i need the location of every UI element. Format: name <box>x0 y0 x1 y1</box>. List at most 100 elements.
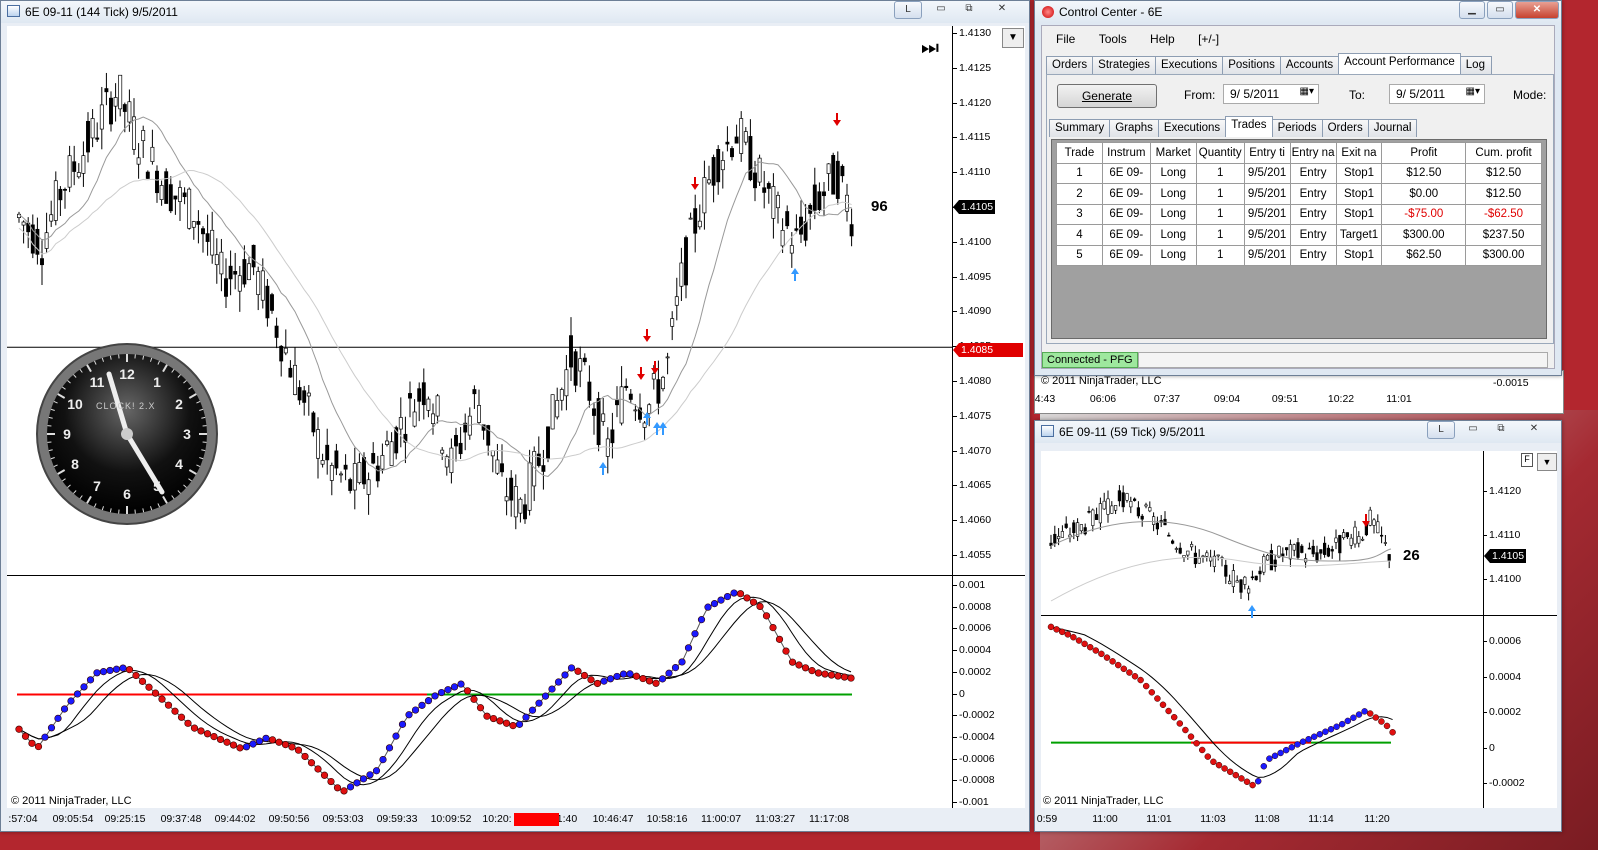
restore-button[interactable]: ⧉ <box>959 1 979 19</box>
tab-executions[interactable]: Executions <box>1154 56 1224 74</box>
menu-help[interactable]: Help <box>1150 32 1175 46</box>
subtab-orders[interactable]: Orders <box>1321 119 1369 137</box>
candle-body <box>99 104 104 130</box>
candle-body <box>118 74 123 110</box>
indicator-dot-up <box>359 775 368 783</box>
tab-account-performance[interactable]: Account Performance <box>1338 53 1461 74</box>
candle-body <box>794 228 799 231</box>
tab-log[interactable]: Log <box>1459 56 1492 74</box>
calendar-icon[interactable]: ▦▾ <box>1300 86 1314 97</box>
column-header[interactable]: Trade <box>1056 142 1103 164</box>
column-header[interactable]: Market <box>1149 142 1197 164</box>
from-date-picker[interactable]: 9/ 5/2011 ▦▾ <box>1223 84 1319 104</box>
menu-expand[interactable]: [+/-] <box>1198 32 1219 46</box>
tab-positions[interactable]: Positions <box>1222 56 1281 74</box>
link-button[interactable]: L <box>894 1 922 19</box>
small-chart-titlebar[interactable]: 6E 09-11 (59 Tick) 9/5/2011 L ▭ ⧉ ✕ <box>1035 421 1561 443</box>
trade-row[interactable]: 4 6E 09- Long 1 9/5/201 Entry Target1 $300.00 $2… <box>1056 224 1542 246</box>
menu-file[interactable]: File <box>1056 32 1075 46</box>
clock-number: 1 <box>153 374 161 390</box>
small-f-button[interactable]: F <box>1521 453 1533 467</box>
indicator-dot-up <box>379 756 387 764</box>
indicator-dot-down <box>1126 669 1133 676</box>
cc-restore-button[interactable]: ▭ <box>1487 1 1513 19</box>
candle-body <box>155 170 159 194</box>
candle-body <box>1125 493 1129 501</box>
column-header[interactable]: Exit na <box>1335 142 1383 164</box>
cc-minimize-button[interactable]: ▁ <box>1459 1 1485 19</box>
candle-body <box>1171 540 1175 544</box>
column-header[interactable]: Cum. profit <box>1465 142 1542 164</box>
indicator-dot-up <box>1277 749 1284 757</box>
candle-body <box>224 278 228 297</box>
indicator-dot-down <box>834 672 842 680</box>
trade-row[interactable]: 5 6E 09- Long 1 9/5/201 Entry Stop1 $62.50 $300.… <box>1056 244 1542 266</box>
candle-body <box>251 244 256 268</box>
candle-body <box>1053 533 1057 544</box>
small-close-button[interactable]: ✕ <box>1523 421 1545 439</box>
trade-row[interactable]: 1 6E 09- Long 1 9/5/201 Entry Stop1 $12.50 $12.5… <box>1056 162 1542 184</box>
tab-orders[interactable]: Orders <box>1046 56 1094 74</box>
candle-body <box>1190 544 1194 548</box>
axis-tick-label: -0.001 <box>953 796 989 808</box>
indicator-dot-up <box>372 767 381 775</box>
candle-body <box>743 131 748 143</box>
subtab-graphs[interactable]: Graphs <box>1109 119 1159 137</box>
chart-menu-dropdown-icon[interactable]: ▼ <box>1002 28 1024 48</box>
trade-row[interactable]: 3 6E 09- Long 1 9/5/201 Entry Stop1 -$75.00 -$62… <box>1056 203 1542 225</box>
clock-number: 8 <box>71 456 79 472</box>
small-restore-button[interactable]: ⧉ <box>1491 421 1511 439</box>
small-last-price-marker: 1.4105 <box>1484 549 1526 563</box>
indicator-dot-up <box>1305 735 1312 743</box>
control-center-body: File Tools Help [+/-] Orders Strategies … <box>1041 25 1555 369</box>
subtab-periods[interactable]: Periods <box>1271 119 1323 137</box>
candle-body <box>711 157 716 186</box>
generate-button[interactable]: Generate <box>1057 84 1157 108</box>
indicator-dot-up <box>561 671 569 679</box>
small-link-button[interactable]: L <box>1427 421 1455 439</box>
background-copyright: © 2011 NinjaTrader, LLC <box>1041 375 1162 387</box>
time-tick-label: 11:00 <box>1092 813 1118 825</box>
trade-cell-qty: 1 <box>1195 244 1245 266</box>
candle-body <box>339 473 343 476</box>
indicator-dot-down <box>1148 689 1156 696</box>
clock-face: 121234567891011 <box>36 343 218 525</box>
small-chart-menu-icon[interactable]: ▼ <box>1537 453 1557 471</box>
menu-tools[interactable]: Tools <box>1099 32 1127 46</box>
subtab-trades[interactable]: Trades <box>1225 116 1273 137</box>
tab-strategies[interactable]: Strategies <box>1092 56 1156 74</box>
column-header[interactable]: Instrum <box>1101 142 1151 164</box>
subtab-journal[interactable]: Journal <box>1367 119 1418 137</box>
subtab-summary[interactable]: Summary <box>1049 119 1111 137</box>
indicator-dot-up <box>398 720 407 728</box>
trade-row[interactable]: 2 6E 09- Long 1 9/5/201 Entry Stop1 $0.00 $12.50 <box>1056 183 1542 205</box>
to-date-picker[interactable]: 9/ 5/2011 ▦▾ <box>1389 84 1485 104</box>
cc-close-button[interactable]: ✕ <box>1515 1 1559 19</box>
column-header[interactable]: Entry na <box>1289 142 1337 164</box>
column-header[interactable]: Quantity <box>1195 142 1245 164</box>
main-chart-title: 6E 09-11 (144 Tick) 9/5/2011 <box>25 5 178 19</box>
small-minimize-button[interactable]: ▭ <box>1463 421 1483 439</box>
indicator-dot-down <box>1372 714 1380 721</box>
indicator-dot-up <box>678 658 686 666</box>
candle-body <box>76 172 81 178</box>
indicator-dot-up <box>1294 741 1301 748</box>
close-button[interactable]: ✕ <box>991 1 1013 19</box>
indicator-dot-up <box>60 705 69 713</box>
column-header[interactable]: Profit <box>1381 142 1467 164</box>
indicator-dot-down <box>795 661 803 669</box>
tab-accounts[interactable]: Accounts <box>1279 56 1340 74</box>
candle-body <box>67 155 72 188</box>
indicator-dot-up <box>41 733 49 741</box>
column-header[interactable]: Entry ti <box>1243 142 1291 164</box>
candle-body <box>201 228 205 235</box>
main-chart-titlebar[interactable]: 6E 09-11 (144 Tick) 9/5/2011 L ▭ ⧉ ✕ <box>1 1 1029 23</box>
candle-body <box>72 161 77 172</box>
candle-body <box>789 245 794 254</box>
minimize-button[interactable]: ▭ <box>931 1 951 19</box>
control-center-titlebar[interactable]: Control Center - 6E ▁ ▭ ✕ <box>1035 1 1561 23</box>
trade-cell-qty: 1 <box>1195 162 1245 184</box>
subtab-executions[interactable]: Executions <box>1157 119 1227 137</box>
calendar-icon[interactable]: ▦▾ <box>1466 86 1480 97</box>
indicator-dot-up <box>528 706 537 714</box>
